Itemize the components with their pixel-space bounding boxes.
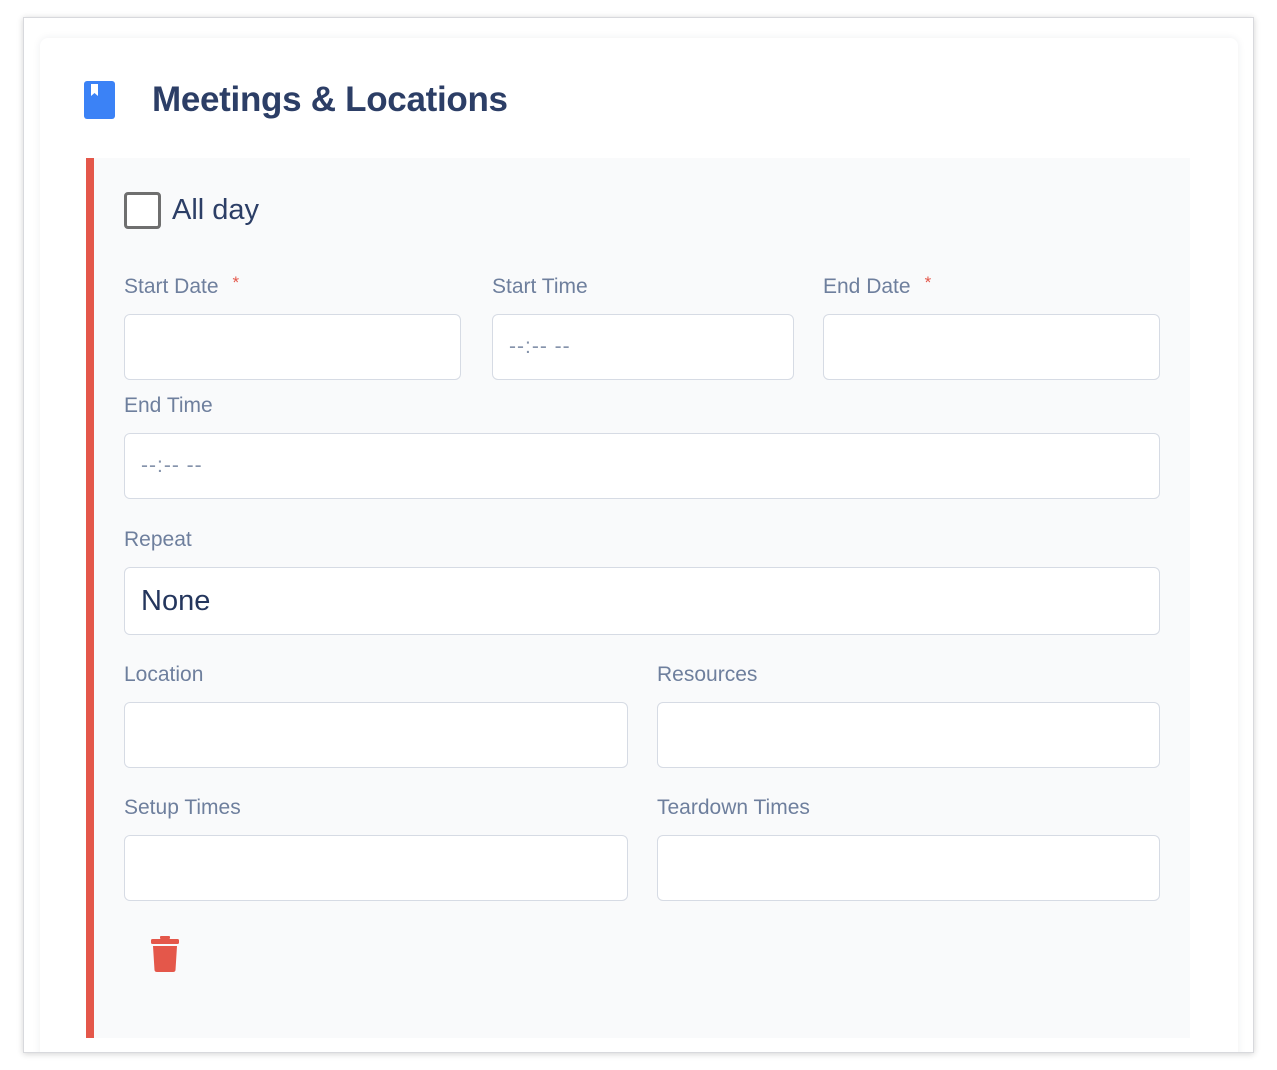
end-time-label: End Time	[124, 394, 213, 417]
location-input[interactable]	[124, 702, 628, 768]
section-title: Meetings & Locations	[152, 80, 508, 119]
start-time-label: Start Time	[492, 275, 588, 298]
resources-label: Resources	[657, 663, 758, 686]
end-time-placeholder: --:-- --	[141, 454, 203, 477]
end-date-label-text: End Date	[823, 275, 911, 298]
setup-times-input[interactable]	[124, 835, 628, 901]
window: Meetings & Locations All day Start Date …	[23, 17, 1254, 1053]
section-header: Meetings & Locations	[84, 78, 508, 122]
location-label: Location	[124, 663, 204, 686]
teardown-times-label: Teardown Times	[657, 796, 810, 819]
all-day-checkbox[interactable]	[124, 192, 161, 229]
all-day-label: All day	[172, 194, 260, 226]
start-date-label-text: Start Date	[124, 275, 219, 298]
end-date-label: End Date *	[823, 273, 932, 299]
end-date-input[interactable]	[823, 314, 1160, 380]
required-marker: *	[924, 273, 932, 292]
end-time-input[interactable]: --:-- --	[124, 433, 1160, 499]
meeting-panel: All day Start Date * Start Time --:-- --…	[86, 158, 1190, 1038]
section-card: Meetings & Locations All day Start Date …	[40, 38, 1238, 1052]
start-date-input[interactable]	[124, 314, 461, 380]
resources-input[interactable]	[657, 702, 1160, 768]
repeat-select[interactable]: None	[124, 567, 1160, 635]
repeat-value: None	[141, 584, 211, 617]
start-date-label: Start Date *	[124, 273, 240, 299]
start-time-placeholder: --:-- --	[509, 335, 571, 358]
repeat-label: Repeat	[124, 528, 192, 551]
bookmark-book-icon	[84, 81, 115, 119]
teardown-times-input[interactable]	[657, 835, 1160, 901]
all-day-toggle[interactable]: All day	[124, 192, 259, 229]
start-time-input[interactable]: --:-- --	[492, 314, 794, 380]
trash-icon[interactable]	[151, 936, 179, 972]
setup-times-label: Setup Times	[124, 796, 241, 819]
required-marker: *	[232, 273, 240, 292]
